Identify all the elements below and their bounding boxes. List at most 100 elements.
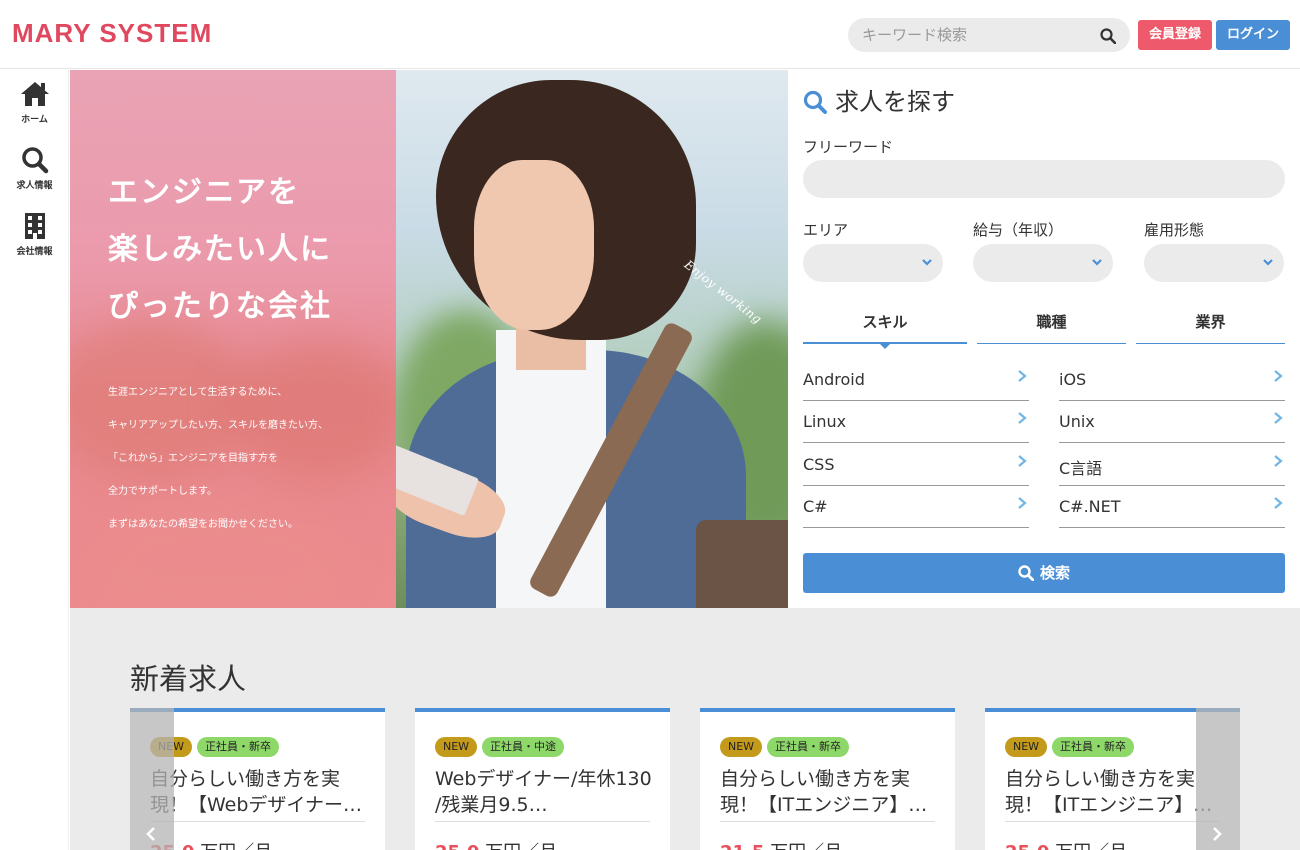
hero-heading-line: ぴったりな会社	[108, 289, 332, 324]
skill-name: CSS	[803, 455, 835, 474]
chevron-right-icon	[1018, 497, 1027, 509]
job-salary: 25.0 万円／月	[1005, 838, 1127, 850]
salary-unit: 万円／月	[485, 842, 557, 850]
chevron-right-icon	[1018, 370, 1027, 382]
job-title-line: 現！【ITエンジニア】…	[720, 794, 928, 816]
caret-icon	[880, 344, 890, 349]
building-icon	[24, 213, 45, 239]
skill-item-android[interactable]: Android	[803, 359, 1029, 401]
hero-photo: Enjoy working	[396, 70, 788, 608]
tab-label: 業界	[1195, 313, 1226, 331]
job-title-line: 自分らしい働き方を実	[150, 768, 341, 790]
skill-item-csharp-net[interactable]: C#.NET	[1059, 486, 1285, 528]
skill-name: Android	[803, 370, 865, 389]
salary-number: 25.0	[1005, 842, 1049, 850]
chevron-right-icon	[1274, 455, 1283, 467]
hero-text-line: キャリアアップしたい方、スキルを磨きたい方、	[108, 420, 328, 431]
salary-unit: 万円／月	[1055, 842, 1127, 850]
employment-badge: 正社員・新卒	[197, 737, 279, 757]
job-card[interactable]: NEW 正社員・新卒 自分らしい働き方を実 現！【ITエンジニア】… 21.5 …	[700, 708, 955, 850]
register-button[interactable]: 会員登録	[1138, 20, 1212, 50]
tab-job-type[interactable]: 職種	[977, 310, 1126, 344]
job-title-line: 自分らしい働き方を実	[1005, 768, 1196, 790]
chevron-down-icon	[1092, 259, 1102, 266]
skill-name: C言語	[1059, 459, 1103, 478]
skill-name: iOS	[1059, 370, 1087, 389]
job-card[interactable]: NEW 正社員・中途 Webデザイナー/年休130 /残業月9.5… 25.0 …	[415, 708, 670, 850]
chevron-right-icon	[1274, 370, 1283, 382]
skill-item-linux[interactable]: Linux	[803, 401, 1029, 443]
area-label: エリア	[803, 221, 849, 239]
tab-label: スキル	[862, 313, 908, 331]
tab-skill[interactable]: スキル	[803, 310, 967, 349]
freeword-label: フリーワード	[803, 138, 894, 156]
chevron-right-icon	[1213, 827, 1222, 841]
nav-item-company[interactable]: 会社情報	[0, 212, 69, 272]
new-badge: NEW	[1005, 737, 1048, 757]
search-button[interactable]: 検索	[803, 553, 1285, 593]
employment-select[interactable]	[1144, 244, 1284, 282]
nav-label-jobs: 求人情報	[16, 181, 53, 191]
chevron-right-icon	[1274, 497, 1283, 509]
search-icon[interactable]	[1100, 28, 1116, 44]
salary-unit: 万円／月	[200, 842, 272, 850]
nav-item-home[interactable]: ホーム	[0, 80, 69, 140]
skill-item-css[interactable]: CSS	[803, 444, 1029, 486]
search-icon	[1018, 565, 1035, 582]
search-icon	[21, 147, 48, 174]
tab-industry[interactable]: 業界	[1136, 310, 1285, 344]
side-nav: ホーム 求人情報 会社情報	[0, 70, 69, 850]
skill-item-ios[interactable]: iOS	[1059, 359, 1285, 401]
photo-caption: Enjoy working	[681, 257, 765, 327]
hero-text-line: まずはあなたの希望をお聞かせください。	[108, 519, 298, 530]
freeword-input[interactable]	[803, 160, 1285, 198]
section-title: 新着求人	[130, 662, 247, 696]
chevron-down-icon	[922, 259, 932, 266]
job-title: 自分らしい働き方を実 現！【ITエンジニア】…	[1005, 766, 1225, 818]
hero-heading: エンジニアを 楽しみたい人に ぴったりな会社	[108, 164, 398, 335]
chevron-right-icon	[1018, 412, 1027, 424]
employment-badge: 正社員・中途	[482, 737, 564, 757]
new-badge: NEW	[720, 737, 763, 757]
search-tabs: スキル 職種 業界	[803, 310, 1285, 349]
chevron-right-icon	[1018, 455, 1027, 467]
salary-select[interactable]	[973, 244, 1113, 282]
employment-badge: 正社員・新卒	[1052, 737, 1134, 757]
area-select[interactable]	[803, 244, 943, 282]
slider-next-button[interactable]	[1196, 708, 1240, 850]
slider-prev-button[interactable]	[130, 708, 174, 850]
hero-banner: Enjoy working エンジニアを 楽しみたい人に ぴったりな会社 生涯エ…	[70, 70, 788, 608]
job-title-line: Webデザイナー/年休130	[435, 768, 652, 790]
logo[interactable]: MARY SYSTEM	[12, 18, 212, 49]
skill-name: C#	[803, 497, 828, 516]
employment-label: 雇用形態	[1144, 221, 1205, 239]
nav-label-company: 会社情報	[16, 247, 53, 257]
login-button[interactable]: ログイン	[1216, 20, 1290, 50]
chevron-right-icon	[1274, 412, 1283, 424]
salary-number: 25.0	[435, 842, 479, 850]
hero-heading-line: エンジニアを	[108, 175, 300, 210]
job-title: 自分らしい働き方を実 現！【ITエンジニア】…	[720, 766, 940, 818]
new-badge: NEW	[435, 737, 478, 757]
job-search-panel: 求人を探す フリーワード エリア 給与（年収） 雇用形態 スキル 職種 業界 A…	[788, 70, 1300, 608]
skill-item-c[interactable]: C言語	[1059, 444, 1285, 486]
job-salary: 25.0 万円／月	[435, 838, 557, 850]
new-jobs-section: 新着求人 NEW 正社員・新卒 自分らしい働き方を実 現！【Webデザイナー… …	[70, 608, 1300, 850]
job-title-line: /残業月9.5…	[435, 794, 548, 816]
job-title-line: 現！【ITエンジニア】…	[1005, 794, 1213, 816]
keyword-search-input[interactable]	[862, 18, 1092, 52]
skill-name: Linux	[803, 412, 847, 431]
salary-unit: 万円／月	[770, 842, 842, 850]
nav-item-jobs[interactable]: 求人情報	[0, 146, 69, 206]
salary-label: 給与（年収）	[973, 221, 1064, 239]
employment-badge: 正社員・新卒	[767, 737, 849, 757]
skill-name: C#.NET	[1059, 497, 1121, 516]
job-title: Webデザイナー/年休130 /残業月9.5…	[435, 766, 655, 818]
skill-name: Unix	[1059, 412, 1095, 431]
hero-description: 生涯エンジニアとして生活するために、 キャリアアップしたい方、スキルを磨きたい方…	[108, 376, 398, 541]
hero-heading-line: 楽しみたい人に	[108, 232, 332, 267]
job-salary: 21.5 万円／月	[720, 838, 842, 850]
home-icon	[20, 82, 49, 106]
skill-item-csharp[interactable]: C#	[803, 486, 1029, 528]
skill-item-unix[interactable]: Unix	[1059, 401, 1285, 443]
